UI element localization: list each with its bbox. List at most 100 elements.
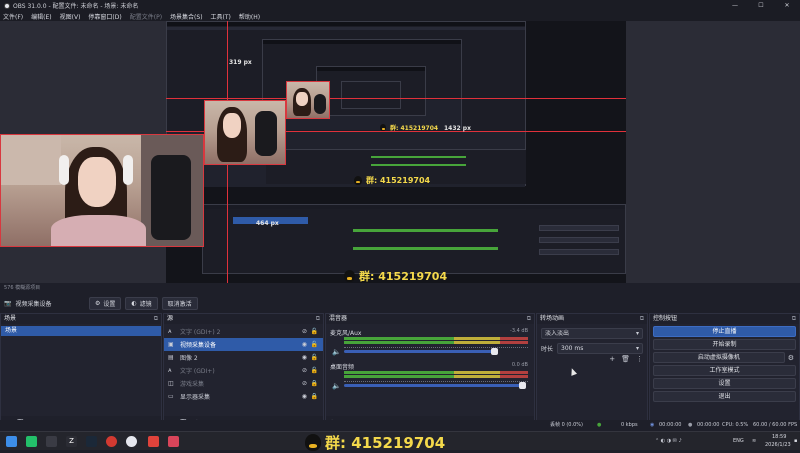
volume-slider[interactable] xyxy=(344,382,526,389)
speaker-icon[interactable]: 🔈 xyxy=(332,382,341,390)
webcam-source[interactable] xyxy=(0,134,204,247)
exit-button[interactable]: 退出 xyxy=(653,391,796,402)
current-source: 📷 视频采集设备 xyxy=(4,299,52,308)
eye-icon[interactable]: ◉ xyxy=(302,393,307,400)
filter-icon: ◐ xyxy=(131,299,137,307)
transition-select[interactable]: 淡入淡出 xyxy=(541,328,643,339)
unlock-icon[interactable]: 🔓 xyxy=(311,328,318,335)
dock-float-icon[interactable]: ⧉ xyxy=(316,314,320,324)
windows-start-icon[interactable] xyxy=(6,436,17,447)
source-row[interactable]: ▭ 显示器采集 ◉ 🔒 xyxy=(164,390,323,403)
duration-label: 时长 xyxy=(541,346,554,353)
dock-float-icon[interactable]: ⧉ xyxy=(640,314,644,324)
clock-time[interactable]: 18:59 xyxy=(772,434,786,440)
level-meter xyxy=(344,371,528,374)
network-icon: ● xyxy=(597,422,602,428)
steam-icon[interactable] xyxy=(86,436,97,447)
eye-icon[interactable]: ◉ xyxy=(302,341,307,348)
preview-area[interactable]: 319 px 1432 px 464 px 群: 415219704 群: 41… xyxy=(0,21,800,283)
netease-music-icon[interactable] xyxy=(106,436,117,447)
dock-header: 控制按钮 ⧉ xyxy=(650,314,799,324)
nested-obs-docks xyxy=(202,204,626,274)
source-row[interactable]: ᴀ 文字 (GDI+) 2 ⊘ 🔓 xyxy=(164,325,323,338)
dock-float-icon[interactable]: ⧉ xyxy=(792,314,796,324)
source-row[interactable]: ▤ 图像 2 ◉ 🔓 xyxy=(164,351,323,364)
menu-scene-collection[interactable]: 场景集合(S) xyxy=(170,12,203,21)
fps-display: 60.00 / 60.00 FPS xyxy=(753,422,798,428)
zhihu-icon[interactable]: Z xyxy=(66,436,77,447)
terminal-icon[interactable] xyxy=(46,436,57,447)
nested-qq-banner: 群: 415219704 xyxy=(380,123,438,132)
studio-mode-button[interactable]: 工作室模式 xyxy=(653,365,796,376)
gear-icon[interactable]: ⚙ xyxy=(788,354,794,362)
menu-file[interactable]: 文件(F) xyxy=(3,12,23,21)
record-icon: ● xyxy=(688,422,693,428)
eye-icon[interactable]: ◉ xyxy=(302,354,307,361)
unlock-icon[interactable]: 🔓 xyxy=(311,367,318,374)
start-virtual-camera-button[interactable]: 启动虚拟摄像机 xyxy=(653,352,785,363)
clock-date[interactable]: 2026/1/23 xyxy=(765,442,791,448)
deactivate-button[interactable]: 取消激活 xyxy=(161,296,198,310)
menu-view[interactable]: 视图(V) xyxy=(60,12,81,21)
source-settings-button[interactable]: ⚙ 设置 xyxy=(89,296,122,310)
duration-spinbox[interactable]: 300 ms xyxy=(557,343,643,354)
title-bar: OBS 31.0.0 - 配置文件: 未命名 - 场景: 未命名 — ☐ ✕ xyxy=(0,0,800,11)
wifi-icon[interactable]: ≋ xyxy=(752,432,756,451)
minimize-button[interactable]: — xyxy=(722,0,748,11)
menu-profile[interactable]: 配置文件(P) xyxy=(130,12,162,21)
dock-float-icon[interactable]: ⧉ xyxy=(154,314,158,324)
qq-penguin-icon xyxy=(354,176,362,185)
level-meter xyxy=(344,337,528,340)
menu-tools[interactable]: 工具(T) xyxy=(211,12,231,21)
lock-icon[interactable]: 🔒 xyxy=(311,393,318,400)
chat-app-icon[interactable] xyxy=(26,436,37,447)
menu-docks[interactable]: 停靠窗口(D) xyxy=(88,12,121,21)
nested-qq-banner: 群: 415219704 xyxy=(344,268,447,283)
bitrate: 0 kbps xyxy=(621,422,638,428)
close-button[interactable]: ✕ xyxy=(774,0,800,11)
dock-header: 源 ⧉ xyxy=(164,314,323,324)
dock-float-icon[interactable]: ⧉ xyxy=(527,314,531,324)
image-icon: ▤ xyxy=(168,354,174,361)
speaker-icon[interactable]: 🔈 xyxy=(332,348,341,356)
mixer-channel-mic: 麦克风/Aux -3.4 dB 🔈 xyxy=(330,328,528,356)
settings-button[interactable]: 设置 xyxy=(653,378,796,389)
start-recording-button[interactable]: 开始录制 xyxy=(653,339,796,350)
source-row[interactable]: ◫ 游戏采集 ⊘ 🔒 xyxy=(164,377,323,390)
notification-icon[interactable]: ▪ xyxy=(794,432,797,451)
gamepad-icon: ◫ xyxy=(168,380,174,387)
qq-penguin-icon xyxy=(305,434,321,451)
stop-streaming-button[interactable]: 停止直播 xyxy=(653,326,796,337)
obs-taskbar-icon[interactable] xyxy=(126,436,137,447)
scenes-dock: 场景⧉ 场景 + 🗑 ▣ ⌃ ⌄ xyxy=(0,313,162,430)
nested-qq-banner: 群: 415219704 xyxy=(354,175,430,186)
more-icon[interactable]: ⋮ xyxy=(636,355,643,363)
lock-icon[interactable]: 🔒 xyxy=(311,380,318,387)
hidden-eye-icon[interactable]: ⊘ xyxy=(302,380,307,387)
level-meter xyxy=(344,375,528,378)
unlock-icon[interactable]: 🔓 xyxy=(311,354,318,361)
menu-edit[interactable]: 编辑(E) xyxy=(31,12,51,21)
qq-penguin-icon xyxy=(380,124,386,131)
tray-icons[interactable]: ⌃ ◐ ◑ ✉ ♪ xyxy=(655,432,682,451)
mixer-dock: 混音器⧉ 麦克风/Aux -3.4 dB 🔈 桌面音频 0.0 dB 🔈 ⚙ ⋮ xyxy=(325,313,535,430)
menu-help[interactable]: 帮助(H) xyxy=(239,12,260,21)
source-row[interactable]: ▣ 视频采集设备 ◉ 🔓 xyxy=(164,338,323,351)
source-filters-button[interactable]: ◐ 滤镜 xyxy=(125,296,158,310)
hidden-eye-icon[interactable]: ⊘ xyxy=(302,328,307,335)
source-row[interactable]: ᴀ 文字 (GDI+) ⊘ 🔓 xyxy=(164,364,323,377)
add-icon[interactable]: + xyxy=(609,355,615,363)
app-pink-icon[interactable] xyxy=(168,436,179,447)
app-red-icon[interactable] xyxy=(148,436,159,447)
maximize-button[interactable]: ☐ xyxy=(748,0,774,11)
dock-header: 混音器 ⧉ xyxy=(326,314,534,324)
trash-icon[interactable]: 🗑 xyxy=(621,355,630,363)
unlock-icon[interactable]: 🔓 xyxy=(311,341,318,348)
hidden-eye-icon[interactable]: ⊘ xyxy=(302,367,307,374)
distance-label-left: 464 px xyxy=(256,220,279,227)
sources-dock: 源 ⧉ ᴀ 文字 (GDI+) 2 ⊘ 🔓 ▣ 视频采集设备 ◉ 🔓 ▤ 图像 2 ◉ 🔓 ᴀ… xyxy=(163,313,324,430)
volume-slider[interactable] xyxy=(344,348,498,355)
language-indicator[interactable]: ENG xyxy=(733,432,744,451)
transitions-dock: 转场动画⧉ 淡入淡出 时长 300 ms + 🗑 ⋮ xyxy=(536,313,648,430)
scene-item[interactable]: 场景 xyxy=(1,326,161,336)
